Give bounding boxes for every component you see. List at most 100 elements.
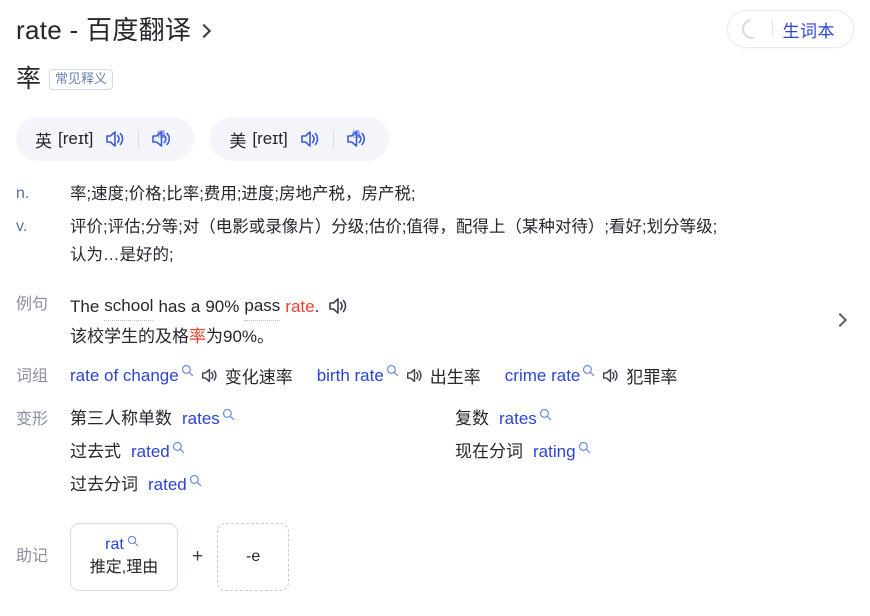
chevron-right-icon[interactable] [834, 313, 848, 327]
definition-text-noun: 率;速度;价格;比率;费用;进度;房地产税，房产税; [70, 185, 416, 203]
example-zh-after: 为90%。 [206, 327, 275, 346]
slow-label: 慢 [158, 129, 166, 139]
form-value[interactable]: rates [182, 406, 220, 432]
phrase-item[interactable]: birth rate 出生率 [317, 363, 481, 388]
search-icon[interactable] [189, 474, 202, 487]
search-icon[interactable] [127, 535, 139, 547]
search-icon[interactable] [539, 408, 552, 421]
definition-verb-line1: 评价;评估;分等;对（电影或录像片）分级;估价;值得，配得上（某种对待）;看好;… [70, 218, 718, 236]
speaker-icon[interactable] [601, 367, 620, 384]
phrase-en[interactable]: rate of change [70, 366, 179, 386]
search-icon[interactable] [181, 364, 194, 377]
vocabulary-button-label: 生词本 [782, 21, 835, 41]
common-meaning-badge: 常见释义 [49, 68, 114, 90]
form-value[interactable]: rated [148, 472, 187, 498]
dictionary-card: rate - 百度翻译 生词本 率 常见释义 英 [reɪt] 慢 美 [reɪ… [0, 0, 870, 616]
search-icon[interactable] [222, 408, 235, 421]
loading-circle-icon [737, 15, 766, 43]
example-body: The school has a 90% pass rate . 该校学生的及格… [70, 291, 856, 352]
example-zh-before: 该校学生的及格 [70, 327, 189, 346]
speaker-icon[interactable] [200, 367, 219, 384]
divider [138, 130, 140, 148]
definition-row-verb: v. 评价;评估;分等;对（电影或录像片）分级;估价;值得，配得上（某种对待）;… [16, 213, 856, 269]
divider [771, 21, 773, 37]
form-item-third-person-singular: 第三人称单数 rates [70, 406, 455, 432]
speaker-icon[interactable] [327, 296, 349, 316]
mnemonic-suffix-text: -e [245, 548, 261, 565]
definition-text-verb: 评价;评估;分等;对（电影或录像片）分级;估价;值得，配得上（某种对待）;看好;… [70, 213, 856, 269]
mnemonic-cards: rat 推定,理由 + -e [70, 523, 290, 591]
mnemonic-root-row: rat [105, 535, 143, 555]
header: rate - 百度翻译 生词本 [16, 10, 854, 56]
slow-speaker-icon[interactable]: 慢 [151, 128, 175, 150]
slow-speaker-icon[interactable]: 慢 [346, 128, 370, 150]
phrase-zh: 犯罪率 [626, 368, 678, 387]
search-icon[interactable] [386, 364, 399, 377]
mnemonic-root-text[interactable]: rat [105, 535, 124, 555]
example-sentence-en: The school has a 90% pass rate . [70, 291, 856, 321]
form-key: 复数 [455, 409, 489, 428]
search-icon[interactable] [578, 441, 591, 454]
form-item-present-participle: 现在分词 rating [455, 439, 856, 465]
example-label: 例句 [16, 296, 49, 313]
form-item-plural: 复数 rates [455, 406, 856, 432]
search-icon[interactable] [172, 441, 185, 454]
pronunciation-row: 英 [reɪt] 慢 美 [reɪt] 慢 [16, 117, 389, 161]
add-to-vocabulary-button[interactable]: 生词本 [726, 10, 854, 48]
phrases-section: 词组 rate of change 变化速率 birth rate 出生率 cr… [16, 363, 856, 391]
slow-label: 慢 [352, 129, 360, 139]
example-section: 例句 The school has a 90% pass rate . 该校学生… [16, 291, 856, 352]
example-period: . [314, 296, 320, 316]
form-item-past-tense: 过去式 rated [70, 439, 455, 465]
pronunciation-uk[interactable]: 英 [reɪt] 慢 [16, 117, 195, 161]
form-item-past-participle: 过去分词 rated [70, 472, 455, 498]
mnemonic-card-suffix[interactable]: -e [217, 523, 290, 591]
headword-row: 率 常见释义 [16, 64, 114, 94]
chevron-right-icon[interactable] [197, 23, 213, 39]
pronunciation-us[interactable]: 美 [reɪt] 慢 [210, 117, 389, 161]
phrase-item[interactable]: crime rate 犯罪率 [505, 363, 678, 388]
form-key: 过去式 [70, 442, 121, 461]
definition-row-noun: n. 率;速度;价格;比率;费用;进度;房地产税，房产税; [16, 180, 856, 208]
mnemonic-label: 助记 [16, 548, 49, 565]
example-word-underlined[interactable]: pass [244, 291, 281, 321]
example-word: The [70, 296, 100, 316]
headword-text: 率 [16, 65, 42, 93]
pronunciation-us-region: 美 [229, 131, 247, 151]
example-sentence-zh: 该校学生的及格率为90%。 [70, 322, 856, 352]
forms-label: 变形 [16, 411, 49, 428]
form-key: 第三人称单数 [70, 409, 172, 428]
search-icon[interactable] [582, 364, 595, 377]
forms-grid: 第三人称单数 rates 复数 rates 过去式 rated 现在分词 rat… [70, 406, 856, 498]
definitions: n. 率;速度;价格;比率;费用;进度;房地产税，房产税; v. 评价;评估;分… [16, 180, 856, 274]
phrase-list: rate of change 变化速率 birth rate 出生率 crime… [70, 363, 856, 388]
example-word-underlined[interactable]: school [104, 291, 154, 321]
form-value[interactable]: rated [131, 439, 170, 465]
phrase-en[interactable]: crime rate [505, 366, 581, 386]
example-word: has [158, 296, 186, 316]
phrase-zh: 变化速率 [224, 368, 293, 387]
phrase-zh: 出生率 [429, 368, 481, 387]
example-keyword: rate [285, 296, 315, 316]
definition-verb-line2: 认为…是好的; [70, 246, 174, 264]
form-value[interactable]: rating [533, 439, 576, 465]
forms-grid-spacer [455, 472, 856, 498]
example-zh-keyword: 率 [189, 327, 206, 346]
speaker-icon[interactable] [299, 129, 321, 149]
example-word: a [190, 296, 201, 316]
pronunciation-uk-region: 英 [35, 131, 52, 151]
forms-section: 变形 第三人称单数 rates 复数 rates 过去式 rated 现在分词 … [16, 406, 856, 498]
form-value[interactable]: rates [499, 406, 537, 432]
speaker-icon[interactable] [104, 129, 126, 149]
divider [332, 130, 334, 148]
phrase-item[interactable]: rate of change 变化速率 [70, 363, 293, 388]
part-of-speech-verb: v. [16, 218, 28, 235]
page-title-text: rate - 百度翻译 [16, 15, 192, 45]
part-of-speech-noun: n. [16, 185, 30, 202]
form-key: 现在分词 [455, 442, 523, 461]
phrase-en[interactable]: birth rate [317, 366, 384, 386]
mnemonic-card-root[interactable]: rat 推定,理由 [70, 523, 178, 591]
form-key: 过去分词 [70, 475, 138, 494]
speaker-icon[interactable] [405, 367, 424, 384]
mnemonic-root-meaning: 推定,理由 [89, 559, 159, 576]
